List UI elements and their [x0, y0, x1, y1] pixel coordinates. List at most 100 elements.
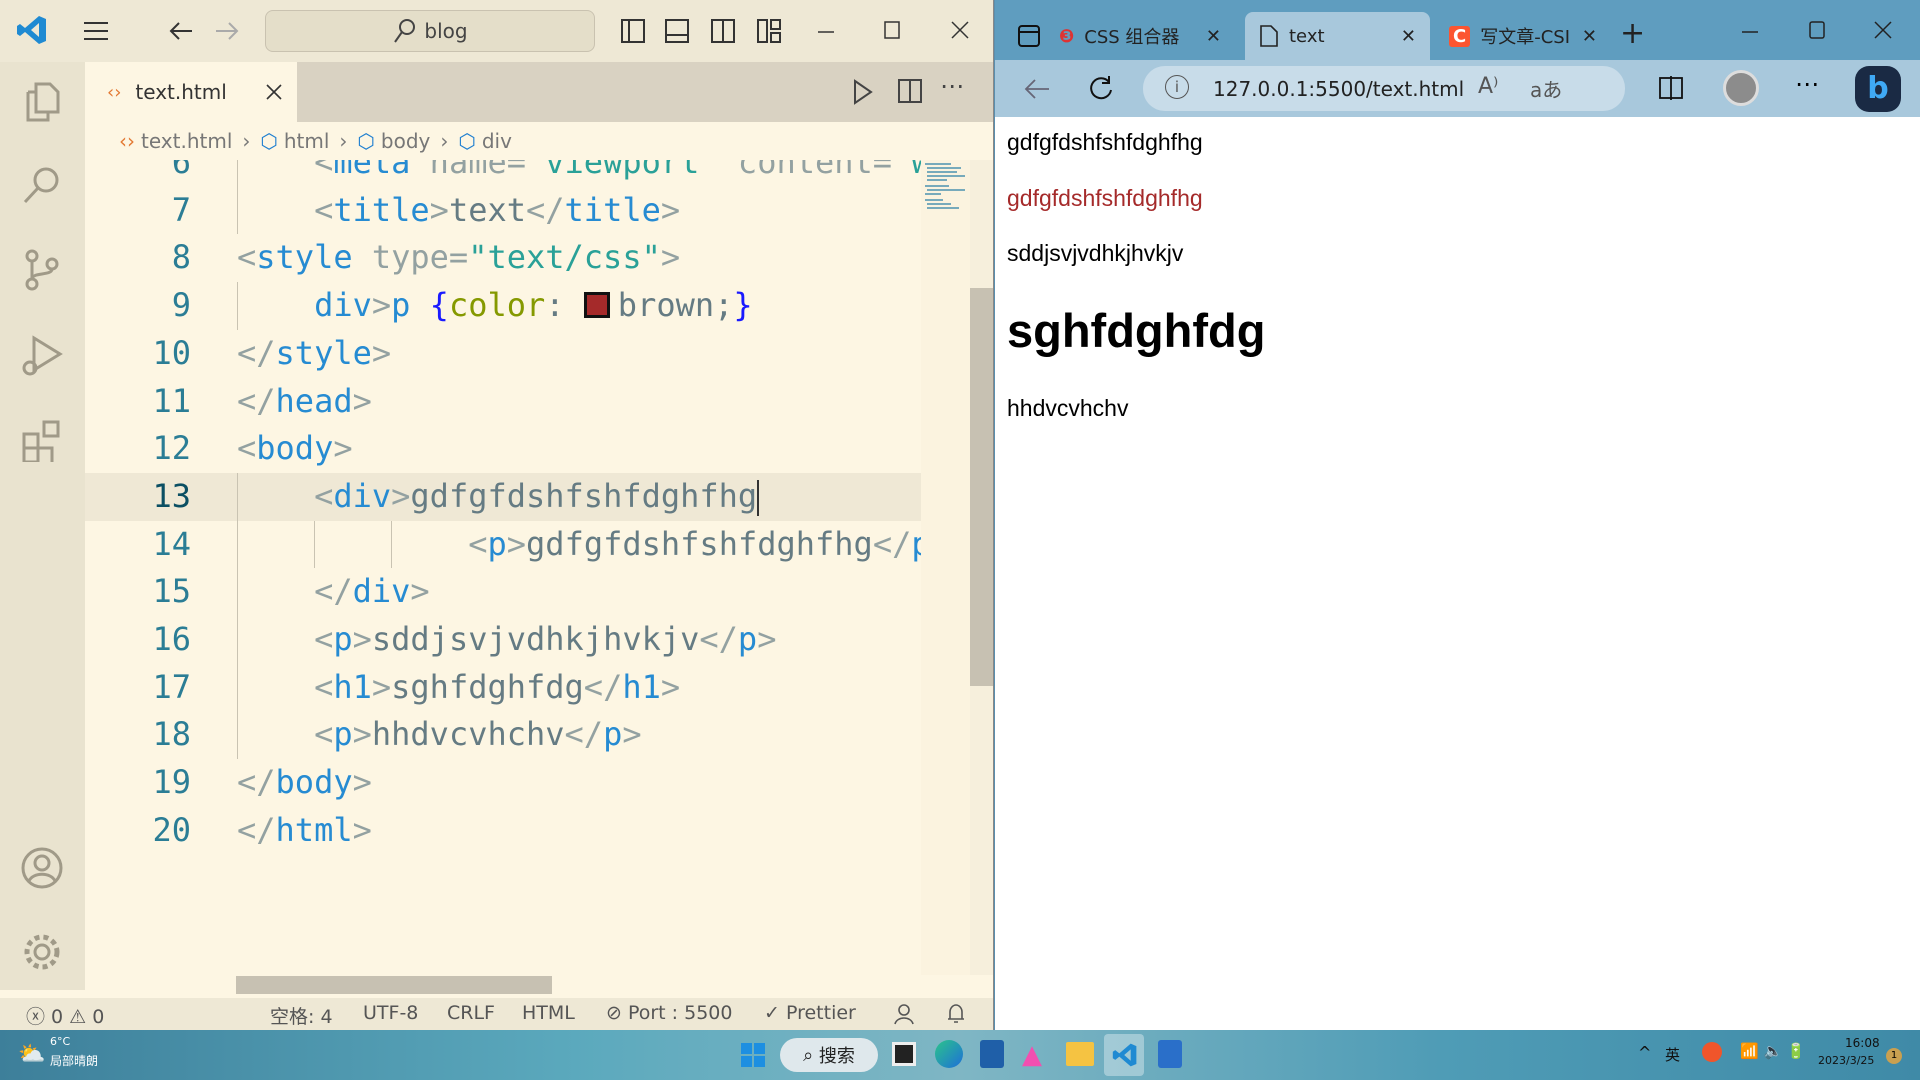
settings-gear-icon[interactable] [20, 930, 64, 974]
tab-actions-icon[interactable] [1017, 24, 1041, 48]
tab-close-icon[interactable]: ✕ [1582, 26, 1597, 47]
extensions-icon[interactable] [20, 418, 64, 462]
more-actions-icon[interactable]: ⋯ [940, 72, 964, 100]
run-icon[interactable] [851, 78, 875, 106]
app2-icon[interactable] [1158, 1040, 1182, 1068]
browser-tab-css[interactable]: ❸ CSS 组合器 ✕ [1045, 12, 1235, 60]
tab-text-html[interactable]: ‹› text.html [85, 62, 297, 122]
address-bar[interactable]: i 127.0.0.1:5500/text.html A⁾ aあ [1143, 66, 1625, 111]
site-info-icon[interactable]: i [1165, 75, 1189, 99]
clock-date[interactable]: 2023/3/25 [1818, 1054, 1874, 1067]
new-tab-icon[interactable]: + [1620, 16, 1645, 51]
horizontal-scrollbar-thumb[interactable] [236, 976, 552, 994]
settings-more-icon[interactable]: ⋯ [1795, 70, 1819, 98]
code-line[interactable]: 7 <title>text</title> [85, 186, 921, 235]
code-line[interactable]: 11 </head> [85, 378, 921, 426]
weather-icon[interactable]: ⛅ [18, 1042, 45, 1067]
code-line[interactable]: 9 div>p {color: brown;} [85, 282, 921, 330]
code-text: <div>gdfgfdshfshfdghfhg [314, 473, 760, 521]
notification-badge[interactable]: 1 [1886, 1048, 1902, 1064]
customize-layout-icon[interactable] [756, 18, 782, 44]
search-icon: ⌕ [803, 1044, 814, 1066]
accounts-feedback-icon[interactable] [892, 1002, 916, 1026]
minimap[interactable] [921, 160, 970, 975]
code-line[interactable]: 6 <meta name="viewport" content="w [85, 160, 921, 187]
toggle-panel-icon[interactable] [664, 18, 690, 44]
bing-copilot-icon[interactable]: b [1855, 66, 1901, 112]
split-screen-icon[interactable] [1657, 74, 1685, 102]
html-file-icon: ‹› [119, 129, 135, 153]
browser-window: ❸ CSS 组合器 ✕ text ✕ C 写文章-CSI ✕ + ⋯ b i 1… [995, 0, 1920, 1030]
maximize-icon[interactable] [1807, 20, 1827, 40]
clock-time[interactable]: 16:08 [1845, 1036, 1880, 1050]
file-explorer-icon[interactable] [1066, 1042, 1094, 1066]
code-line[interactable]: 20 </html> [85, 807, 921, 855]
translate-icon[interactable]: aあ [1530, 74, 1562, 103]
vscode-taskbar-icon[interactable] [1104, 1034, 1144, 1076]
code-editor[interactable]: 6<meta name="viewport" content="w7<title… [85, 160, 921, 990]
split-editor-icon[interactable] [897, 78, 923, 104]
indentation-status[interactable]: 空格: 4 [270, 1002, 333, 1029]
breadcrumb-item[interactable]: html [284, 129, 330, 153]
taskbar-search[interactable]: ⌕ 搜索 [780, 1038, 878, 1072]
minimize-icon[interactable] [816, 22, 836, 42]
eol-status[interactable]: CRLF [447, 1002, 495, 1024]
prettier-status[interactable]: ✓ Prettier [764, 1002, 856, 1024]
run-debug-icon[interactable] [20, 334, 64, 378]
code-line[interactable]: 14<p>gdfgfdshfshfdghfhg</p> [85, 520, 921, 569]
code-line[interactable]: 18 <p>hhdvcvhchv</p> [85, 711, 921, 760]
account-icon[interactable] [20, 846, 64, 890]
code-line[interactable]: 8 <style type="text/css"> [85, 234, 921, 282]
tab-close-icon[interactable]: ✕ [1401, 26, 1416, 47]
code-line[interactable]: 12 <body> [85, 425, 921, 473]
code-line[interactable]: 16 <p>sddjsvjvdhkjhvkjv</p> [85, 616, 921, 664]
vertical-scrollbar-thumb[interactable] [970, 288, 993, 686]
toggle-secondary-sidebar-icon[interactable] [710, 18, 736, 44]
code-line[interactable]: 15 </div> [85, 568, 921, 616]
store-icon[interactable] [980, 1040, 1004, 1068]
color-swatch[interactable] [583, 292, 610, 319]
notifications-bell-icon[interactable] [944, 1002, 968, 1026]
encoding-status[interactable]: UTF-8 [363, 1002, 418, 1024]
breadcrumb-item[interactable]: div [482, 129, 512, 153]
back-icon[interactable] [1023, 76, 1051, 102]
tray-overflow-icon[interactable]: ^ [1638, 1043, 1651, 1062]
breadcrumb-item[interactable]: text.html [141, 129, 232, 153]
read-aloud-icon[interactable]: A⁾ [1478, 74, 1498, 99]
tab-close-icon[interactable] [265, 83, 283, 101]
profile-avatar[interactable] [1723, 70, 1759, 106]
command-center-search[interactable]: blog [265, 10, 595, 52]
breadcrumb-item[interactable]: body [381, 129, 430, 153]
close-icon[interactable] [950, 20, 970, 40]
problems-indicator[interactable]: ⓧ 0 ⚠ 0 [26, 1002, 104, 1029]
toggle-sidebar-icon[interactable] [620, 18, 646, 44]
tab-close-icon[interactable]: ✕ [1206, 26, 1221, 47]
sogou-ime-icon[interactable] [1702, 1042, 1722, 1062]
code-line[interactable]: 13 <div>gdfgfdshfshfdghfhg [85, 472, 921, 521]
input-language[interactable]: 英 [1665, 1044, 1680, 1065]
source-control-icon[interactable] [20, 248, 64, 292]
menu-icon[interactable] [82, 20, 110, 42]
app-icon[interactable]: ▲ [1022, 1040, 1042, 1070]
browser-tab-csdn[interactable]: C 写文章-CSI ✕ [1435, 12, 1605, 60]
windows-start-icon[interactable] [740, 1042, 766, 1068]
forward-icon[interactable] [214, 18, 240, 44]
edge-icon[interactable] [935, 1040, 963, 1068]
code-line[interactable]: 10 </style> [85, 330, 921, 378]
minimize-icon[interactable] [1740, 22, 1760, 42]
explorer-icon[interactable] [20, 80, 64, 124]
back-icon[interactable] [168, 18, 194, 44]
maximize-icon[interactable] [882, 20, 902, 40]
indent-guide [237, 663, 238, 712]
code-line[interactable]: 17 <h1>sghfdghfdg</h1> [85, 663, 921, 712]
language-status[interactable]: HTML [522, 1002, 575, 1024]
live-server-port[interactable]: ⊘ Port : 5500 [606, 1002, 732, 1024]
search-view-icon[interactable] [20, 164, 64, 208]
task-view-icon[interactable] [892, 1042, 916, 1066]
code-token: meta [333, 160, 430, 181]
close-icon[interactable] [1873, 20, 1893, 40]
refresh-icon[interactable] [1087, 74, 1115, 102]
network-volume-battery-icons[interactable]: 📶 🔈 🔋 [1740, 1042, 1806, 1060]
code-line[interactable]: 19 </body> [85, 759, 921, 807]
browser-tab-text[interactable]: text ✕ [1245, 12, 1430, 60]
